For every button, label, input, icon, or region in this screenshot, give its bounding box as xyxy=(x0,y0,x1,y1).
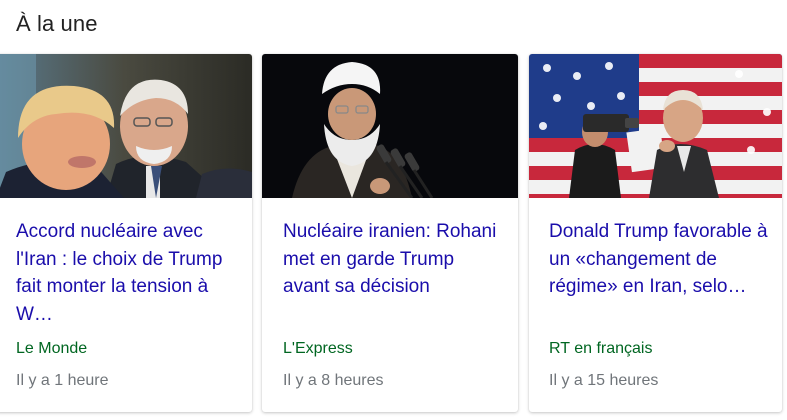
news-headline[interactable]: Donald Trump favorable à un «changement … xyxy=(549,218,768,301)
giuliani-flag-photo xyxy=(529,54,782,198)
trump-bolton-photo xyxy=(0,54,252,198)
news-timestamp: Il y a 15 heures xyxy=(549,372,659,389)
news-thumbnail[interactable] xyxy=(529,54,782,198)
news-source: L'Express xyxy=(283,340,353,357)
news-timestamp: Il y a 1 heure xyxy=(16,372,109,389)
news-card[interactable]: Accord nucléaire avec l'Iran : le choix … xyxy=(0,54,252,412)
news-card[interactable]: Nucléaire iranien: Rohani met en garde T… xyxy=(262,54,518,412)
news-timestamp: Il y a 8 heures xyxy=(283,372,384,389)
news-thumbnail[interactable] xyxy=(0,54,252,198)
news-headline[interactable]: Accord nucléaire avec l'Iran : le choix … xyxy=(16,218,238,328)
news-headline[interactable]: Nucléaire iranien: Rohani met en garde T… xyxy=(283,218,504,301)
rohani-photo xyxy=(262,54,518,198)
news-source: Le Monde xyxy=(16,340,88,357)
news-source: RT en français xyxy=(549,340,653,357)
news-carousel: Accord nucléaire avec l'Iran : le choix … xyxy=(0,54,787,414)
section-title: À la une xyxy=(16,11,98,36)
news-card[interactable]: Donald Trump favorable à un «changement … xyxy=(529,54,782,412)
news-thumbnail[interactable] xyxy=(262,54,518,198)
